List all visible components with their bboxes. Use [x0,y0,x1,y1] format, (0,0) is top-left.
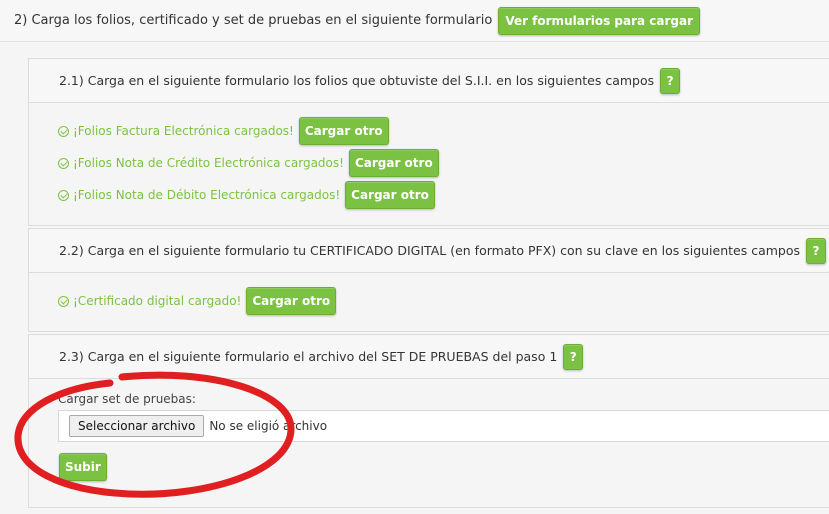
file-input[interactable]: Seleccionar archivo No se eligió archivo [58,410,829,442]
upload-label: Cargar set de pruebas: [58,392,196,406]
view-forms-button[interactable]: Ver formularios para cargar [498,6,701,35]
section-2-1-help-button[interactable]: ? [660,67,681,94]
section-2-2-title: 2.2) Carga en el siguiente formulario tu… [59,243,801,258]
section-2-2-heading: 2.2) Carga en el siguiente formulario tu… [29,229,829,273]
submit-button[interactable]: Subir [59,453,107,481]
folios-factura-status: ¡Folios Factura Electrónica cargados! Ca… [58,117,389,145]
check-circle-icon [58,125,69,137]
certificate-status: ¡Certificado digital cargado! Cargar otr… [58,287,337,315]
section-2-2-help-button[interactable]: ? [806,237,827,264]
folios-factura-text: ¡Folios Factura Electrónica cargados! [73,124,294,138]
check-circle-icon [58,157,69,169]
folios-credito-text: ¡Folios Nota de Crédito Electrónica carg… [73,156,344,170]
section-2-2-panel: 2.2) Carga en el siguiente formulario tu… [28,228,829,332]
folios-debito-reload-button[interactable]: Cargar otro [345,181,435,209]
folios-debito-status: ¡Folios Nota de Débito Electrónica carga… [58,181,435,209]
section-2-3-heading: 2.3) Carga en el siguiente formulario el… [29,335,829,379]
select-file-button[interactable]: Seleccionar archivo [69,415,205,437]
step2-header: 2) Carga los folios, certificado y set d… [0,0,829,42]
folios-credito-reload-button[interactable]: Cargar otro [348,149,439,177]
certificate-reload-button[interactable]: Cargar otro [246,287,337,315]
certificate-status-text: ¡Certificado digital cargado! [73,294,242,308]
check-circle-icon [58,295,69,307]
folios-credito-status: ¡Folios Nota de Crédito Electrónica carg… [58,149,439,177]
section-2-1-heading: 2.1) Carga en el siguiente formulario lo… [29,59,829,103]
section-2-3-title: 2.3) Carga en el siguiente formulario el… [59,349,558,364]
folios-factura-reload-button[interactable]: Cargar otro [298,117,389,145]
folios-debito-text: ¡Folios Nota de Débito Electrónica carga… [73,188,341,202]
file-status-text: No se eligió archivo [209,419,328,433]
check-circle-icon [58,189,69,201]
section-2-3-help-button[interactable]: ? [563,343,584,370]
section-2-1-title: 2.1) Carga en el siguiente formulario lo… [59,73,655,88]
step2-title: 2) Carga los folios, certificado y set d… [14,13,493,28]
